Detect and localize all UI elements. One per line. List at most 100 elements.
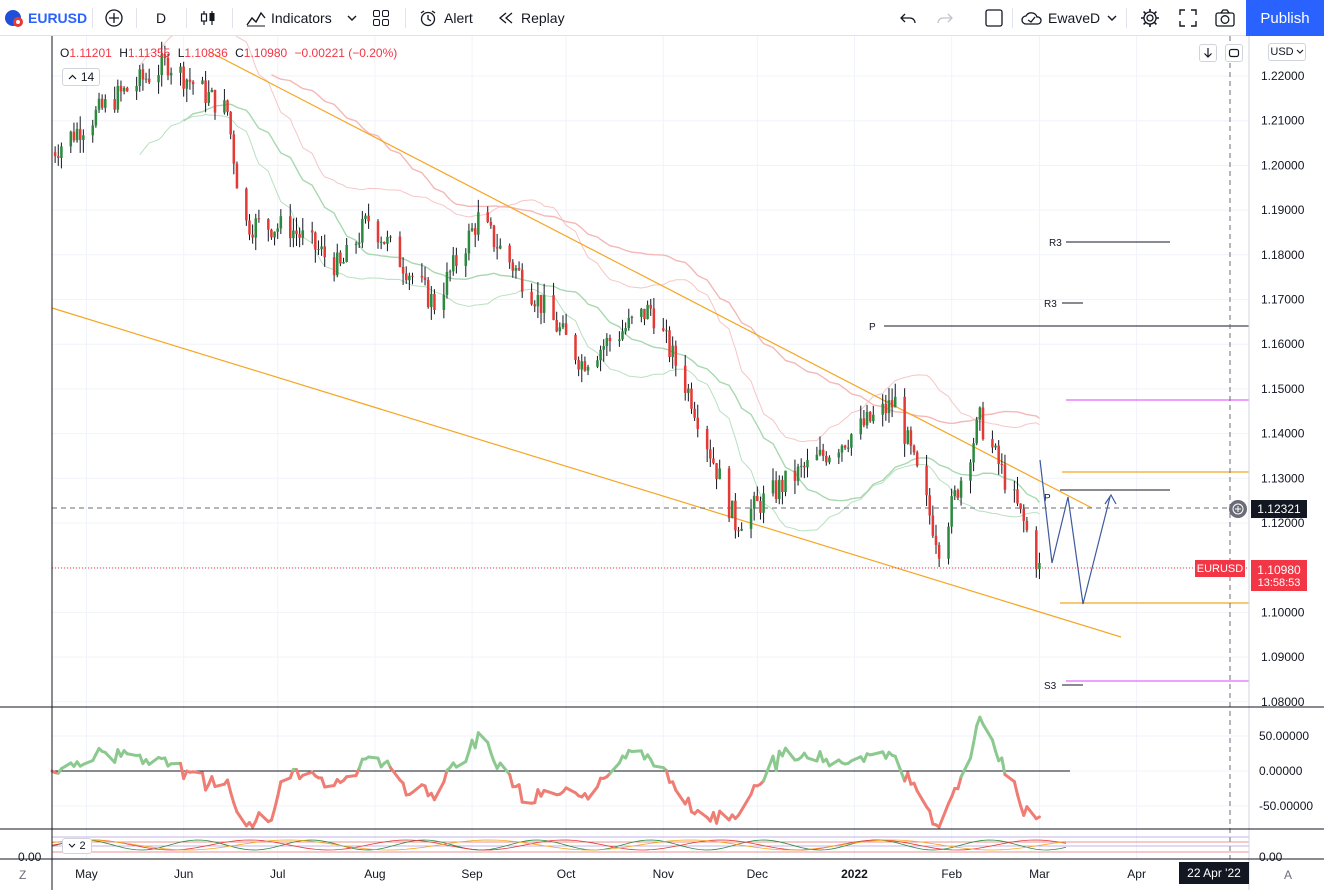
candle-body [771, 480, 775, 494]
symbol-search[interactable]: EURUSD [4, 0, 87, 36]
osc2-count: 2 [79, 840, 86, 852]
osc-segment [674, 788, 687, 806]
osc-segment [893, 754, 907, 783]
candle-body [956, 490, 960, 498]
candle-body [662, 328, 665, 331]
candle-body [580, 361, 584, 370]
candle-body [254, 218, 258, 238]
candle-body [455, 255, 458, 266]
pivot-label: R3 [1049, 238, 1062, 249]
candle-body [91, 125, 95, 136]
candle-body [53, 152, 57, 157]
candle-body [144, 78, 148, 80]
candle-body [652, 308, 656, 329]
candle-body [185, 79, 189, 89]
price-tick: 1.13000 [1261, 471, 1305, 485]
osc-segment [269, 807, 277, 822]
candle-body [602, 346, 605, 350]
redo-button[interactable] [936, 0, 954, 36]
trendline-lower [51, 307, 1122, 638]
time-label: Jul [270, 867, 285, 881]
candle-body [893, 396, 897, 408]
currency-dropdown[interactable]: USD [1268, 43, 1306, 61]
fullscreen-button[interactable] [1178, 0, 1198, 36]
layout-button[interactable]: EwaveD [1020, 0, 1100, 36]
restore-button[interactable] [1225, 44, 1243, 62]
osc-segment [508, 773, 515, 789]
candle-body [367, 215, 370, 222]
high-label: H [119, 46, 128, 60]
undo-button[interactable] [899, 0, 917, 36]
candle-body [972, 443, 975, 463]
candle-body [104, 99, 107, 108]
close-label: C [235, 46, 244, 60]
indicators-button[interactable]: Indicators [245, 0, 332, 36]
price-tick: 1.08000 [1261, 695, 1305, 709]
chart-type-button[interactable] [198, 0, 218, 36]
osc-segment [1000, 756, 1007, 777]
candle-body [288, 216, 292, 239]
osc-segment [1003, 773, 1016, 784]
osc-segment [981, 722, 994, 742]
candle-body [357, 242, 361, 244]
osc2-collapse-button[interactable]: 2 [62, 838, 92, 854]
candle-body [1003, 464, 1007, 490]
candle-body [467, 230, 471, 254]
publish-button[interactable]: Publish [1246, 0, 1324, 36]
candle-body [837, 452, 841, 458]
price-tick: 1.09000 [1261, 650, 1305, 664]
indicators-collapse-button[interactable]: 14 [62, 68, 100, 86]
candle-body [596, 360, 599, 367]
candle-body [759, 500, 762, 513]
candle-body [323, 246, 326, 258]
osc-segment [200, 771, 208, 792]
candle-body [558, 327, 562, 332]
symbol-label: EURUSD [28, 10, 88, 26]
candle-body [774, 480, 778, 500]
candle-body [690, 388, 693, 409]
candle-body [843, 445, 847, 448]
time-label: Nov [653, 867, 674, 881]
candle-body [583, 361, 587, 371]
candle-body [740, 528, 743, 531]
compare-button[interactable] [104, 0, 124, 36]
scroll-down-button[interactable] [1199, 44, 1217, 62]
candle-body [361, 219, 364, 243]
replay-button[interactable]: Replay [497, 0, 565, 36]
indicators-dropdown[interactable] [346, 0, 358, 36]
osc-tick: 50.00000 [1259, 729, 1309, 743]
osc2-left-value: 0.00 [18, 850, 42, 864]
snapshot-button[interactable] [1214, 0, 1236, 36]
osc2-right-value: 0.00 [1259, 850, 1283, 864]
candle-body [223, 100, 226, 113]
osc-segment [906, 771, 913, 786]
candle-body [903, 396, 906, 444]
candle-body [665, 330, 668, 332]
candle-body [872, 414, 875, 422]
candle-body [401, 266, 405, 274]
candle-body [364, 215, 367, 220]
settings-button[interactable] [1139, 0, 1161, 36]
publish-label: Publish [1260, 9, 1310, 27]
alert-button[interactable]: Alert [418, 0, 473, 36]
osc-segment [784, 746, 797, 762]
candle-body [376, 221, 380, 243]
interval-button[interactable]: D [156, 0, 166, 36]
auto-scale-button[interactable]: A [1284, 868, 1292, 882]
cloud-icon [1021, 12, 1042, 25]
chart-canvas[interactable]: R3R3PPS3 1.220001.210001.200001.190001.1… [0, 36, 1324, 890]
candle-body [97, 98, 101, 110]
candle-body [624, 328, 627, 332]
fullscreen-layout-button[interactable] [984, 0, 1004, 36]
timezone-z-button[interactable]: Z [19, 868, 26, 882]
templates-button[interactable] [372, 0, 390, 36]
candle-body [997, 445, 1000, 464]
candle-body [514, 267, 518, 271]
candle-body [846, 447, 850, 449]
crosshair-add-button[interactable] [1229, 500, 1247, 518]
candle-body [492, 225, 496, 248]
candle-body [727, 468, 731, 519]
candle-body [379, 241, 383, 243]
osc-segment [81, 759, 95, 766]
layout-dropdown[interactable] [1106, 0, 1118, 36]
